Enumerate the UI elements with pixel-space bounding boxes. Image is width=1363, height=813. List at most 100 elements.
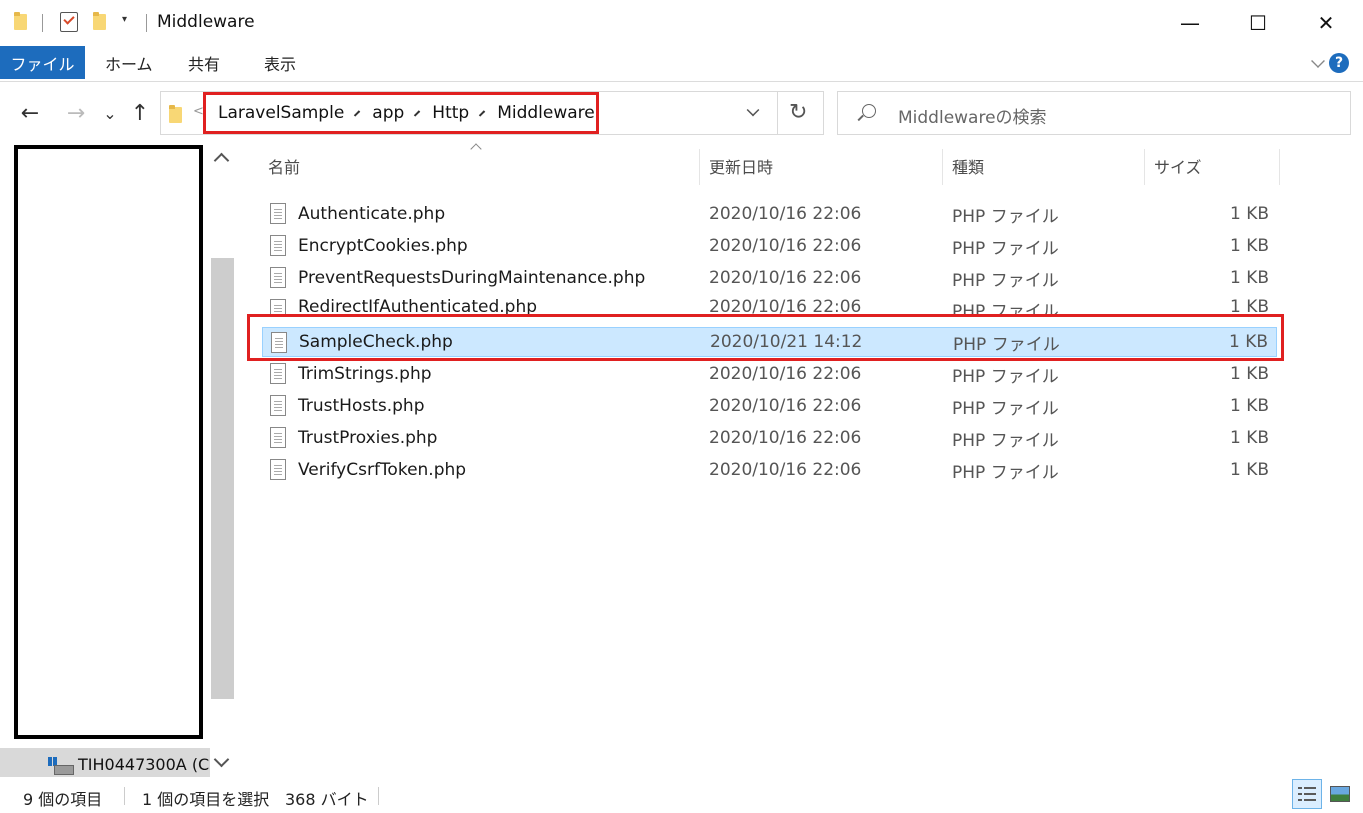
drive-icon (48, 755, 74, 775)
file-type: PHP ファイル (952, 302, 1059, 315)
file-list: 名前 更新日時 種類 サイズ Authenticate.php 2020/10/… (236, 143, 1363, 777)
php-file-icon (271, 332, 287, 353)
new-folder-icon[interactable] (93, 12, 109, 30)
file-name: Authenticate.php (298, 204, 446, 224)
column-header-name[interactable]: 名前 (268, 145, 300, 187)
title-bar: ▾ Middleware — ☐ ✕ (0, 0, 1363, 46)
status-selected-count: 1 個の項目を選択 (142, 790, 270, 809)
refresh-icon[interactable]: ↻ (789, 100, 807, 125)
minimize-button[interactable]: — (1156, 0, 1224, 46)
scroll-thumb[interactable] (211, 258, 234, 699)
file-date: 2020/10/16 22:06 (709, 204, 862, 224)
maximize-button[interactable]: ☐ (1224, 0, 1292, 46)
file-date: 2020/10/16 22:06 (709, 297, 862, 315)
column-divider[interactable] (942, 149, 943, 185)
search-input[interactable]: Middlewareの検索 (837, 91, 1351, 135)
column-divider[interactable] (1279, 149, 1280, 185)
chevron-down-icon: ⌄ (103, 103, 117, 123)
file-size: 1 KB (1229, 268, 1269, 288)
large-icons-view-icon (1330, 786, 1350, 802)
file-name: EncryptCookies.php (298, 236, 468, 256)
arrow-right-icon: → (66, 100, 86, 126)
file-name: TrustHosts.php (298, 396, 425, 416)
window-title: Middleware (157, 12, 255, 32)
chevron-right-icon[interactable] (479, 109, 486, 117)
expand-ribbon-chevron-icon[interactable] (1311, 54, 1325, 68)
maximize-icon: ☐ (1249, 11, 1267, 35)
breadcrumb-middleware[interactable]: Middleware (497, 103, 595, 123)
drive-label: TIH0447300A (C (78, 754, 210, 774)
recent-locations-button[interactable]: ⌄ (96, 99, 124, 127)
nav-scrollbar[interactable] (210, 145, 235, 777)
status-divider (124, 787, 125, 805)
file-row-selected[interactable]: SampleCheck.php 2020/10/21 14:12 PHP ファイ… (262, 327, 1277, 357)
file-name: SampleCheck.php (299, 332, 453, 352)
back-button[interactable]: ← (16, 99, 44, 127)
tab-share[interactable]: 共有 (188, 46, 220, 79)
close-button[interactable]: ✕ (1292, 0, 1360, 46)
file-row[interactable]: TrustHosts.php 2020/10/16 22:06 PHP ファイル… (262, 391, 1277, 421)
file-row[interactable]: Authenticate.php 2020/10/16 22:06 PHP ファ… (262, 199, 1277, 229)
php-file-icon (270, 427, 286, 448)
status-bar: 9 個の項目 1 個の項目を選択 368 バイト (0, 777, 1363, 813)
file-row[interactable]: RedirectIfAuthenticated.php 2020/10/16 2… (262, 295, 1277, 315)
details-view-icon (1298, 786, 1316, 802)
php-file-icon (270, 395, 286, 416)
file-date: 2020/10/16 22:06 (709, 268, 862, 288)
address-divider (777, 92, 778, 134)
breadcrumb-http[interactable]: Http (432, 103, 469, 123)
large-icons-view-button[interactable] (1325, 779, 1355, 809)
address-dropdown-icon[interactable] (746, 103, 760, 117)
qa-separator (42, 14, 43, 32)
column-header-type[interactable]: 種類 (952, 145, 984, 187)
file-row[interactable]: TrimStrings.php 2020/10/16 22:06 PHP ファイ… (262, 359, 1277, 389)
column-header-size[interactable]: サイズ (1154, 145, 1202, 187)
help-icon[interactable]: ? (1329, 53, 1349, 73)
file-type: PHP ファイル (952, 398, 1059, 419)
address-row: ← → ⌄ ↑ < LaravelSample app Http Middlew… (0, 83, 1363, 145)
file-date: 2020/10/16 22:06 (709, 236, 862, 256)
navigation-pane: TIH0447300A (C (0, 145, 236, 780)
file-date: 2020/10/21 14:12 (710, 332, 863, 352)
file-row[interactable]: VerifyCsrfToken.php 2020/10/16 22:06 PHP… (262, 455, 1277, 485)
up-button[interactable]: ↑ (126, 99, 154, 127)
address-bar[interactable]: < LaravelSample app Http Middleware ↻ (160, 91, 824, 135)
file-row[interactable]: TrustProxies.php 2020/10/16 22:06 PHP ファ… (262, 423, 1277, 453)
scroll-down-icon[interactable] (213, 751, 230, 768)
column-divider[interactable] (1144, 149, 1145, 185)
forward-button[interactable]: → (62, 99, 90, 127)
arrow-left-icon: ← (20, 100, 40, 126)
php-file-icon (270, 267, 286, 288)
file-type: PHP ファイル (952, 430, 1059, 451)
details-view-button[interactable] (1292, 779, 1322, 809)
status-divider (378, 787, 379, 805)
column-header-date[interactable]: 更新日時 (709, 145, 773, 187)
file-row[interactable]: EncryptCookies.php 2020/10/16 22:06 PHP … (262, 231, 1277, 261)
file-name: VerifyCsrfToken.php (298, 460, 467, 480)
scroll-up-icon[interactable] (213, 152, 230, 169)
chevron-right-icon[interactable] (414, 109, 421, 117)
file-type: PHP ファイル (952, 206, 1059, 227)
search-placeholder: Middlewareの検索 (898, 108, 1047, 128)
chevron-right-icon[interactable] (354, 109, 361, 117)
file-size: 1 KB (1229, 236, 1269, 256)
column-divider[interactable] (699, 149, 700, 185)
php-file-icon (270, 299, 286, 315)
breadcrumb-app[interactable]: app (372, 103, 404, 123)
file-date: 2020/10/16 22:06 (709, 460, 862, 480)
file-row[interactable]: PreventRequestsDuringMaintenance.php 202… (262, 263, 1277, 293)
tab-view[interactable]: 表示 (264, 46, 296, 79)
customize-dropdown-icon[interactable]: ▾ (122, 14, 127, 25)
tab-home[interactable]: ホーム (105, 46, 153, 79)
breadcrumb-laravelsample[interactable]: LaravelSample (218, 103, 344, 123)
title-separator (146, 14, 147, 32)
php-file-icon (270, 235, 286, 256)
folder-icon (169, 105, 185, 123)
status-item-count: 9 個の項目 (23, 790, 103, 809)
properties-icon[interactable] (60, 12, 78, 32)
nav-item-drive-c[interactable]: TIH0447300A (C (0, 748, 210, 780)
tab-file[interactable]: ファイル (0, 46, 85, 79)
file-date: 2020/10/16 22:06 (709, 396, 862, 416)
file-name: PreventRequestsDuringMaintenance.php (298, 268, 646, 288)
file-date: 2020/10/16 22:06 (709, 364, 862, 384)
